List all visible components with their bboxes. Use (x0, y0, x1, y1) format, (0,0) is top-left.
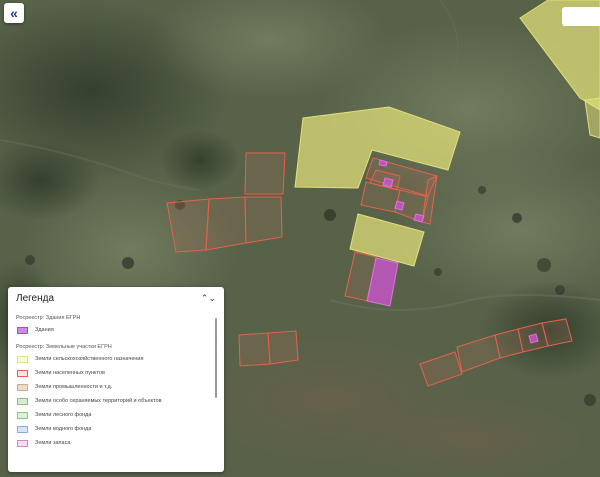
legend-item-label: Земли промышленности и т.д. (35, 384, 113, 390)
legend-scrollbar[interactable] (215, 318, 217, 398)
legend-item-label: Земли лесного фонда (35, 412, 92, 418)
legend-item-label: Земли сельскохозяйственного назначения (35, 356, 144, 362)
legend-swatch (17, 383, 28, 391)
legend-item-label: Земли водного фонда (35, 426, 92, 432)
legend-item-label: Здания (35, 327, 54, 333)
legend-item: Земли запаса (8, 436, 224, 450)
legend-swatch (17, 369, 28, 377)
legend-item: Земли сельскохозяйственного назначения (8, 352, 224, 366)
legend-item: Земли водного фонда (8, 422, 224, 436)
legend-item: Земли населенных пунктов (8, 366, 224, 380)
legend-swatch (17, 439, 28, 447)
chevron-up-down-icon[interactable]: ⌃⌄ (201, 293, 216, 303)
legend-title: Легенда (16, 292, 55, 304)
search-box[interactable] (562, 7, 600, 26)
parcel-settlement (238, 332, 271, 367)
parcel-settlement (244, 152, 286, 195)
legend-swatch (17, 425, 28, 433)
legend-header: Легенда ⌃⌄ (8, 287, 224, 309)
legend-body: Росреестр: Здания ЕГРН Здания Росреестр: З… (8, 313, 224, 472)
legend-panel: Легенда ⌃⌄ Росреестр: Здания ЕГРН Здания Р… (8, 287, 224, 472)
parcel-settlement (244, 196, 283, 244)
legend-item: Здания (8, 323, 224, 337)
building (394, 200, 405, 211)
legend-item-label: Земли запаса (35, 440, 71, 446)
legend-item: Земли промышленности и т.д. (8, 380, 224, 394)
legend-group-title: Росреестр: Земельные участки ЕГРН (16, 344, 112, 350)
legend-item-label: Земли населенных пунктов (35, 370, 105, 376)
legend-swatch (17, 326, 28, 334)
legend-item: Земли лесного фонда (8, 408, 224, 422)
legend-item-label: Земли особо охраняемых территорий и объе… (35, 398, 162, 404)
building (528, 333, 539, 344)
legend-swatch (17, 397, 28, 405)
building (382, 177, 394, 188)
legend-item: Земли особо охраняемых территорий и объе… (8, 394, 224, 408)
map-viewport[interactable]: « Легенда ⌃⌄ Росреестр: Здания ЕГРН Здани… (0, 0, 600, 477)
collapse-panel-button[interactable]: « (4, 3, 24, 23)
legend-swatch (17, 411, 28, 419)
parcel-settlement (541, 318, 573, 347)
legend-swatch (17, 355, 28, 363)
building (413, 213, 425, 223)
legend-group-title: Росреестр: Здания ЕГРН (16, 315, 81, 321)
parcel-settlement (267, 330, 299, 365)
parcel-settlement (205, 196, 247, 251)
